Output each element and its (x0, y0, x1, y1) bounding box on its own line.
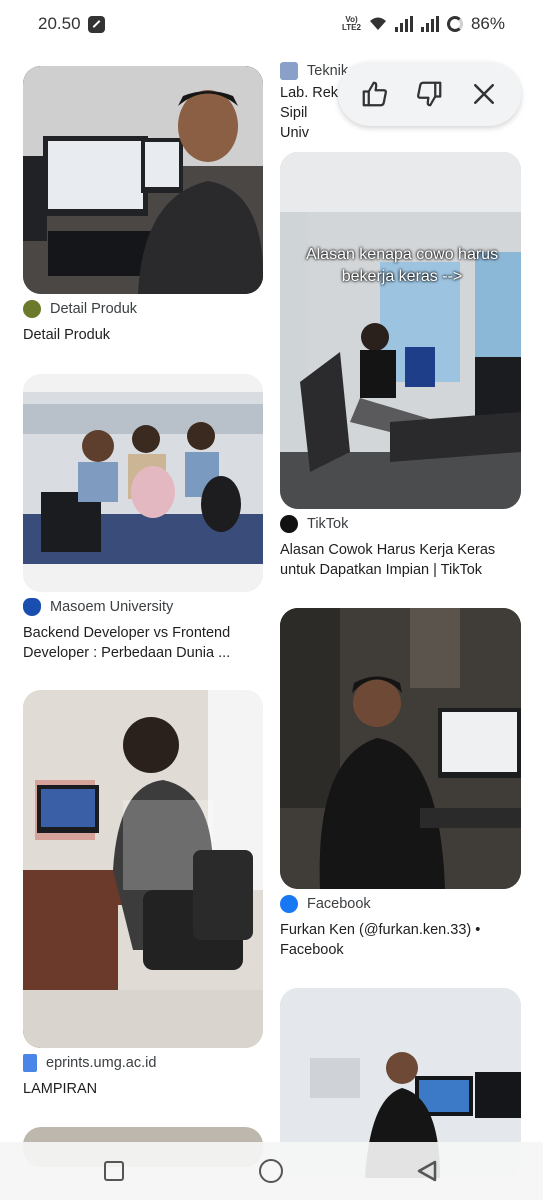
source-label: TikTok (307, 516, 349, 532)
facebook-logo-icon (280, 895, 298, 913)
volte-icon: Vo) LTE2 (342, 15, 361, 32)
close-icon[interactable] (469, 79, 499, 109)
masoem-logo-icon (23, 598, 41, 616)
result-title[interactable]: Detail Produk (23, 325, 263, 345)
battery-percent: 86% (470, 14, 505, 33)
status-bar: 20.50 Vo) LTE2 86% (0, 0, 543, 50)
tiktok-overlay-text: Alasan kenapa cowo harus bekerja keras -… (305, 246, 499, 285)
thumb-down-icon[interactable] (414, 79, 444, 109)
source-label: Detail Produk (50, 301, 138, 317)
result-image-detail-produk[interactable] (23, 66, 263, 294)
result-title[interactable]: LAMPIRAN (23, 1079, 263, 1099)
result-image-eprints[interactable] (23, 690, 263, 1048)
feedback-popup (338, 62, 521, 126)
result-source[interactable]: TikTok (280, 515, 348, 533)
result-source[interactable]: Teknik (280, 62, 348, 80)
system-nav-bar (0, 1142, 543, 1200)
status-time: 20.50 (38, 14, 81, 33)
image-content (23, 374, 263, 592)
status-icons: Vo) LTE2 86% (342, 14, 505, 34)
back-icon[interactable] (416, 1159, 438, 1183)
document-icon (23, 1054, 37, 1072)
result-title[interactable]: Backend Developer vs Frontend Developer … (23, 623, 263, 663)
source-label: Facebook (307, 896, 371, 912)
result-image-tiktok[interactable]: Alasan kenapa cowo harus bekerja keras -… (280, 152, 521, 509)
detail-produk-logo-icon (23, 300, 41, 318)
notification-app-icon (88, 16, 105, 33)
signal-icon-1 (394, 16, 413, 32)
recent-apps-icon[interactable] (104, 1161, 124, 1181)
result-image-facebook[interactable] (280, 608, 521, 889)
home-icon[interactable] (259, 1159, 283, 1183)
result-source[interactable]: Masoem University (23, 598, 173, 616)
signal-icon-2 (420, 16, 439, 32)
wifi-icon (369, 17, 386, 30)
result-source[interactable]: Detail Produk (23, 300, 137, 318)
result-image-masoem[interactable] (23, 374, 263, 592)
battery-icon (446, 16, 463, 32)
result-source[interactable]: eprints.umg.ac.id (23, 1054, 156, 1072)
result-title[interactable]: Alasan Cowok Harus Kerja Keras untuk Dap… (280, 540, 520, 580)
image-content (280, 152, 521, 509)
source-label: eprints.umg.ac.id (46, 1055, 157, 1071)
result-title[interactable]: Furkan Ken (@furkan.ken.33) • Facebook (280, 920, 520, 960)
tiktok-logo-icon (280, 515, 298, 533)
source-label: Masoem University (50, 599, 174, 615)
image-content (280, 608, 521, 889)
teknik-logo-icon (280, 62, 298, 80)
thumb-up-icon[interactable] (360, 79, 390, 109)
image-content (23, 690, 263, 1048)
image-content (23, 66, 263, 294)
result-title[interactable]: Lab. Rek Sipil Univ (280, 83, 340, 143)
result-source[interactable]: Facebook (280, 895, 371, 913)
